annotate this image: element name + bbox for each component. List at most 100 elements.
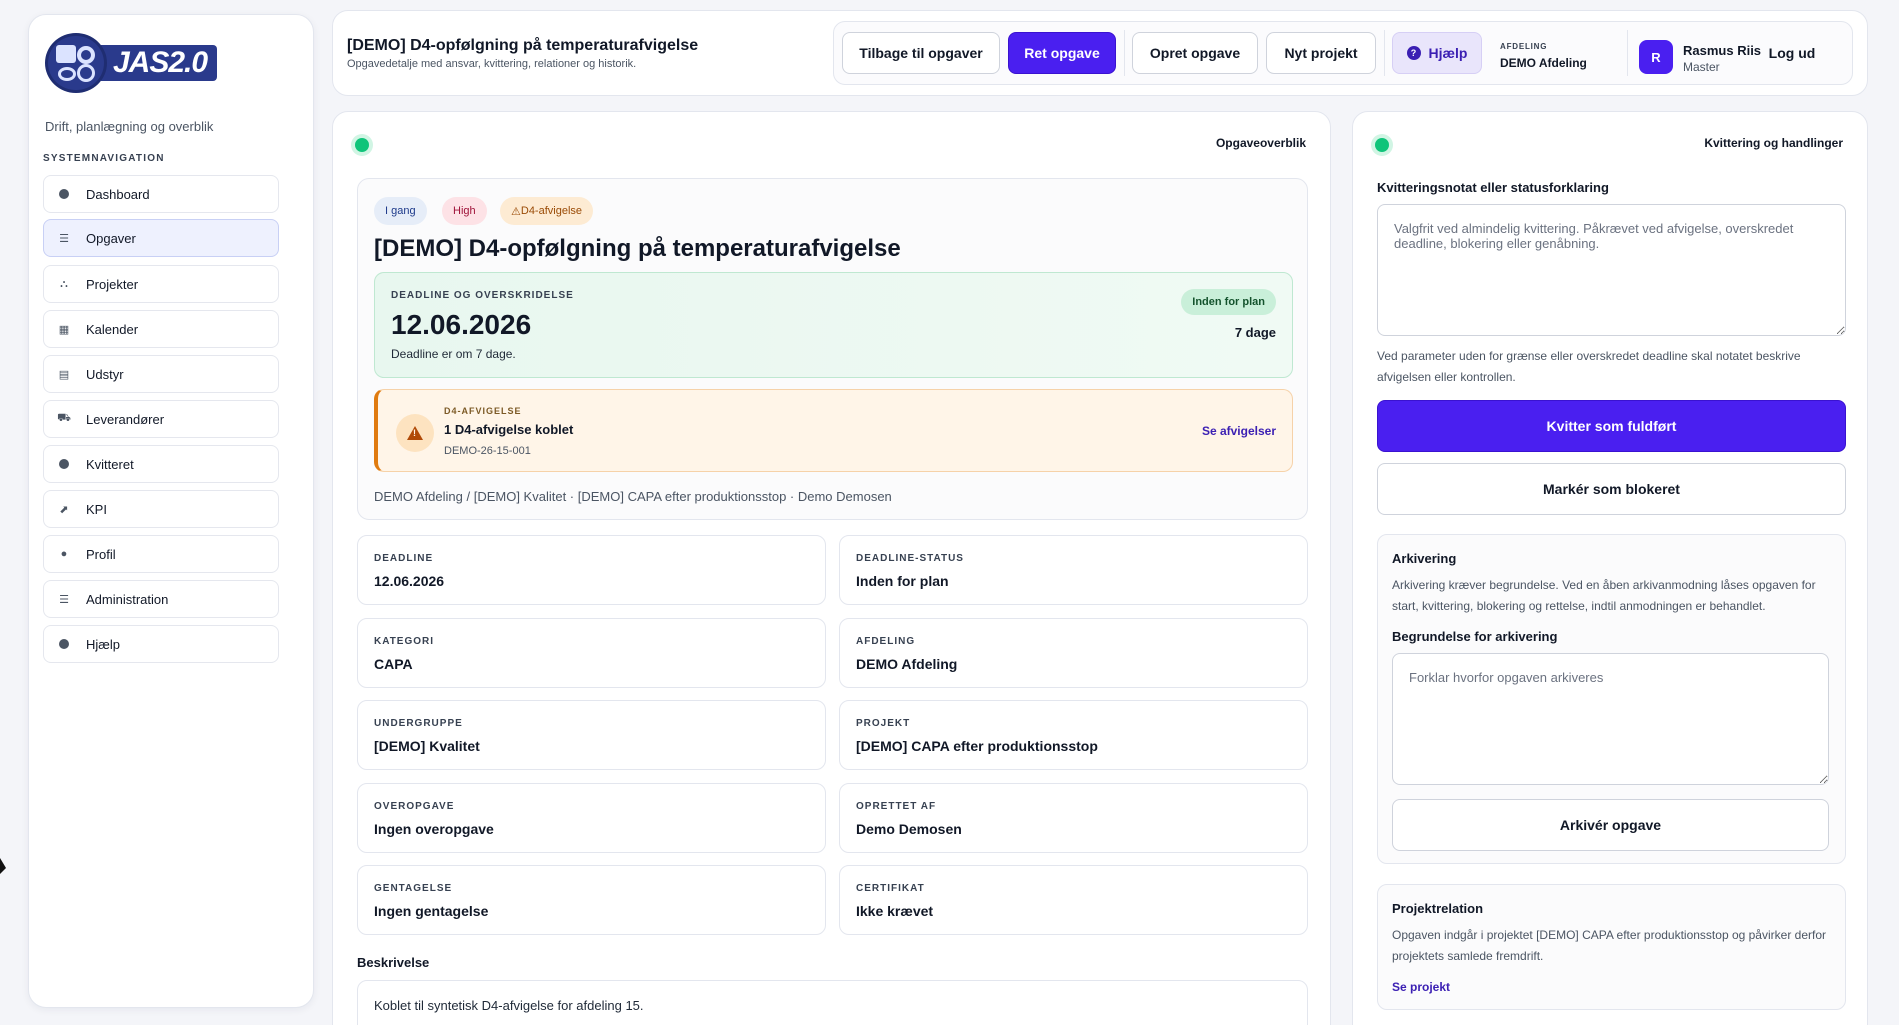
- sidebar-item-label: Opgaver: [86, 230, 136, 246]
- app-logo[interactable]: JAS2.0: [45, 33, 218, 93]
- user-role: Master: [1683, 60, 1720, 74]
- sidebar-item-label: Kalender: [86, 321, 139, 337]
- see-project-link[interactable]: Se projekt: [1392, 980, 1450, 994]
- nav-heading: SYSTEMNAVIGATION: [43, 153, 165, 164]
- back-to-tasks-button[interactable]: Tilbage til opgaver: [842, 32, 1000, 74]
- sidebar-item-udstyr[interactable]: ▤ Udstyr: [43, 355, 279, 393]
- logout-button[interactable]: Log ud: [1742, 32, 1842, 74]
- overview-card: I gang High ⚠ D4-afvigelse [DEMO] D4-opfø…: [357, 178, 1308, 520]
- truck-icon: ⛟: [57, 412, 71, 424]
- app-tagline: Drift, planlægning og overblik: [45, 119, 214, 134]
- sidebar-item-kpi[interactable]: ⬈ KPI: [43, 490, 279, 528]
- deadline-date: 12.06.2026: [391, 309, 532, 340]
- project-relation-title: Projektrelation: [1392, 901, 1484, 916]
- mark-blocked-button[interactable]: Markér som blokeret: [1377, 463, 1846, 515]
- field-recurrence: GENTAGELSE Ingen gentagelse: [357, 865, 826, 935]
- complete-task-button[interactable]: Kvitter som fuldført: [1377, 400, 1846, 452]
- actions-panel: Kvittering og handlinger Kvitteringsnota…: [1352, 111, 1868, 1025]
- dashboard-icon: [58, 188, 70, 200]
- note-hint: Ved parameter uden for grænse eller over…: [1377, 349, 1801, 384]
- project-relation-text: Opgaven indgår i projektet [DEMO] CAPA e…: [1392, 928, 1826, 963]
- d4-code: DEMO-26-15-001: [444, 445, 531, 457]
- note-label: Kvitteringsnotat eller statusforklaring: [1377, 180, 1609, 195]
- sidebar-item-opgaver[interactable]: ☰ Opgaver: [43, 219, 279, 257]
- field-label: KATEGORI: [374, 636, 435, 647]
- edit-task-button[interactable]: Ret opgave: [1008, 32, 1116, 74]
- deadline-summary: DEADLINE OG OVERSKRIDELSE 12.06.2026 Dea…: [374, 272, 1293, 378]
- sidebar-item-projekter[interactable]: ⛬ Projekter: [43, 265, 279, 303]
- avatar[interactable]: R: [1639, 40, 1673, 74]
- task-overview-panel: Opgaveoverblik I gang High ⚠ D4-afvigelse…: [332, 111, 1331, 1025]
- d4-badge: ⚠ D4-afvigelse: [500, 197, 594, 225]
- field-value: CAPA: [374, 656, 413, 672]
- check-circle-icon: [58, 458, 70, 470]
- sidebar-item-administration[interactable]: ☰ Administration: [43, 580, 279, 618]
- warning-icon: [396, 414, 434, 452]
- breadcrumb: DEMO Afdeling / [DEMO] Kvalitet · [DEMO]…: [374, 489, 892, 504]
- help-icon: [58, 638, 70, 650]
- page-header: [DEMO] D4-opfølgning på temperaturafvige…: [332, 10, 1868, 96]
- page-title: [DEMO] D4-opfølgning på temperaturafvige…: [347, 37, 699, 54]
- sidebar-item-label: Dashboard: [86, 186, 150, 202]
- deadline-summary-label: DEADLINE OG OVERSKRIDELSE: [391, 290, 574, 301]
- toolbar-divider: [1384, 30, 1385, 76]
- mouse-cursor-icon: [0, 858, 6, 874]
- field-value: 12.06.2026: [374, 573, 445, 589]
- calendar-icon: ▦: [58, 323, 70, 336]
- archive-reason-field[interactable]: [1392, 653, 1829, 785]
- field-value: Inden for plan: [856, 573, 949, 589]
- field-value: [DEMO] CAPA efter produktionsstop: [856, 738, 1098, 754]
- field-value: Demo Demosen: [856, 821, 962, 837]
- field-label: GENTAGELSE: [374, 883, 453, 894]
- sidebar-item-label: Kvitteret: [86, 456, 134, 472]
- field-label: DEADLINE-STATUS: [856, 553, 964, 564]
- sidebar-item-label: Administration: [86, 591, 169, 607]
- toolbar-divider: [1627, 30, 1628, 76]
- page-subtitle: Opgavedetalje med ansvar, kvittering, re…: [347, 58, 637, 70]
- priority-badge: High: [442, 197, 487, 225]
- list-icon: ☰: [59, 232, 69, 245]
- sidebar-item-profil[interactable]: ● Profil: [43, 535, 279, 573]
- sidebar-item-hjaelp[interactable]: Hjælp: [43, 625, 279, 663]
- field-label: OVEROPGAVE: [374, 801, 455, 812]
- field-parent-task: OVEROPGAVE Ingen overopgave: [357, 783, 826, 853]
- plan-status-badge: Inden for plan: [1181, 289, 1276, 315]
- help-button[interactable]: ? Hjælp: [1392, 32, 1482, 74]
- sidebar-item-kvitteret[interactable]: Kvitteret: [43, 445, 279, 483]
- sidebar-item-label: KPI: [86, 501, 107, 517]
- archive-card: Arkivering Arkivering kræver begrundelse…: [1377, 534, 1846, 864]
- sidebar-item-label: Projekter: [86, 276, 139, 292]
- field-label: PROJEKT: [856, 718, 911, 729]
- see-deviations-link[interactable]: Se afvigelser: [1202, 424, 1276, 438]
- sidebar-item-kalender[interactable]: ▦ Kalender: [43, 310, 279, 348]
- header-toolbar: Tilbage til opgaver Ret opgave Opret opg…: [833, 21, 1853, 85]
- d4-deviation-box: D4-AFVIGELSE 1 D4-afvigelse koblet DEMO-…: [374, 389, 1293, 472]
- sidebar: JAS2.0 Drift, planlægning og overblik SY…: [28, 14, 314, 1008]
- field-category: KATEGORI CAPA: [357, 618, 826, 688]
- field-created-by: OPRETTET AF Demo Demosen: [839, 783, 1308, 853]
- d4-label: D4-AFVIGELSE: [444, 406, 522, 416]
- project-icon: ⛬: [60, 277, 68, 290]
- panel-label: Kvittering og handlinger: [1704, 136, 1843, 150]
- description-heading: Beskrivelse: [357, 955, 430, 970]
- sidebar-item-leverandorer[interactable]: ⛟ Leverandører: [43, 400, 279, 438]
- field-label: AFDELING: [856, 636, 916, 647]
- field-value: Ingen overopgave: [374, 821, 494, 837]
- chart-icon: ⬈: [59, 503, 69, 516]
- field-department: AFDELING DEMO Afdeling: [839, 618, 1308, 688]
- description-box: Koblet til syntetisk D4-afvigelse for af…: [357, 980, 1308, 1025]
- new-project-button[interactable]: Nyt projekt: [1266, 32, 1376, 74]
- d4-badge-label: D4-afvigelse: [520, 205, 583, 217]
- field-value: Ikke krævet: [856, 903, 934, 919]
- field-certificate: CERTIFIKAT Ikke krævet: [839, 865, 1308, 935]
- d4-title: 1 D4-afvigelse koblet: [444, 422, 574, 437]
- sidebar-item-dashboard[interactable]: Dashboard: [43, 175, 279, 213]
- archive-task-button[interactable]: Arkivér opgave: [1392, 799, 1829, 851]
- archive-reason-label: Begrundelse for arkivering: [1392, 629, 1558, 644]
- task-title: [DEMO] D4-opfølgning på temperaturafvige…: [374, 235, 901, 262]
- project-relation-card: Projektrelation Opgaven indgår i projekt…: [1377, 884, 1846, 1010]
- status-dot-icon: [355, 138, 369, 152]
- toolbox-icon: ▤: [58, 368, 70, 381]
- create-task-button[interactable]: Opret opgave: [1132, 32, 1258, 74]
- receipt-note-field[interactable]: [1377, 204, 1846, 336]
